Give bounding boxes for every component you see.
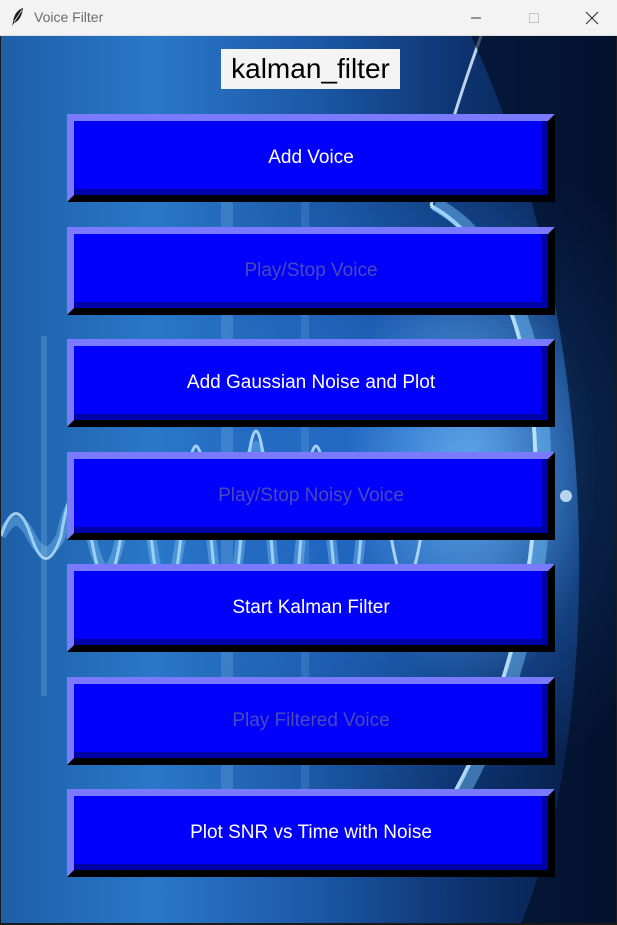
app-window: Voice Filter kalman_filter Add Voice Pla… bbox=[0, 0, 617, 925]
close-button[interactable] bbox=[563, 0, 617, 35]
minimize-icon bbox=[471, 17, 481, 18]
play-stop-voice-button[interactable]: Play/Stop Voice bbox=[67, 227, 555, 315]
start-kalman-filter-button[interactable]: Start Kalman Filter bbox=[67, 564, 555, 652]
play-stop-noisy-voice-button[interactable]: Play/Stop Noisy Voice bbox=[67, 452, 555, 540]
maximize-icon bbox=[529, 12, 539, 23]
plot-snr-button[interactable]: Plot SNR vs Time with Noise bbox=[67, 789, 555, 877]
title-bar[interactable]: Voice Filter bbox=[0, 0, 617, 36]
add-voice-button[interactable]: Add Voice bbox=[67, 114, 555, 202]
maximize-button[interactable] bbox=[505, 0, 563, 35]
window-title: Voice Filter bbox=[34, 9, 104, 25]
close-icon bbox=[585, 11, 599, 24]
add-gaussian-noise-button[interactable]: Add Gaussian Noise and Plot bbox=[67, 339, 555, 427]
main-panel: kalman_filter Add Voice Play/Stop Voice … bbox=[1, 36, 616, 923]
page-title: kalman_filter bbox=[221, 49, 400, 89]
feather-icon bbox=[12, 8, 23, 26]
play-filtered-voice-button[interactable]: Play Filtered Voice bbox=[67, 677, 555, 765]
minimize-button[interactable] bbox=[447, 0, 505, 35]
